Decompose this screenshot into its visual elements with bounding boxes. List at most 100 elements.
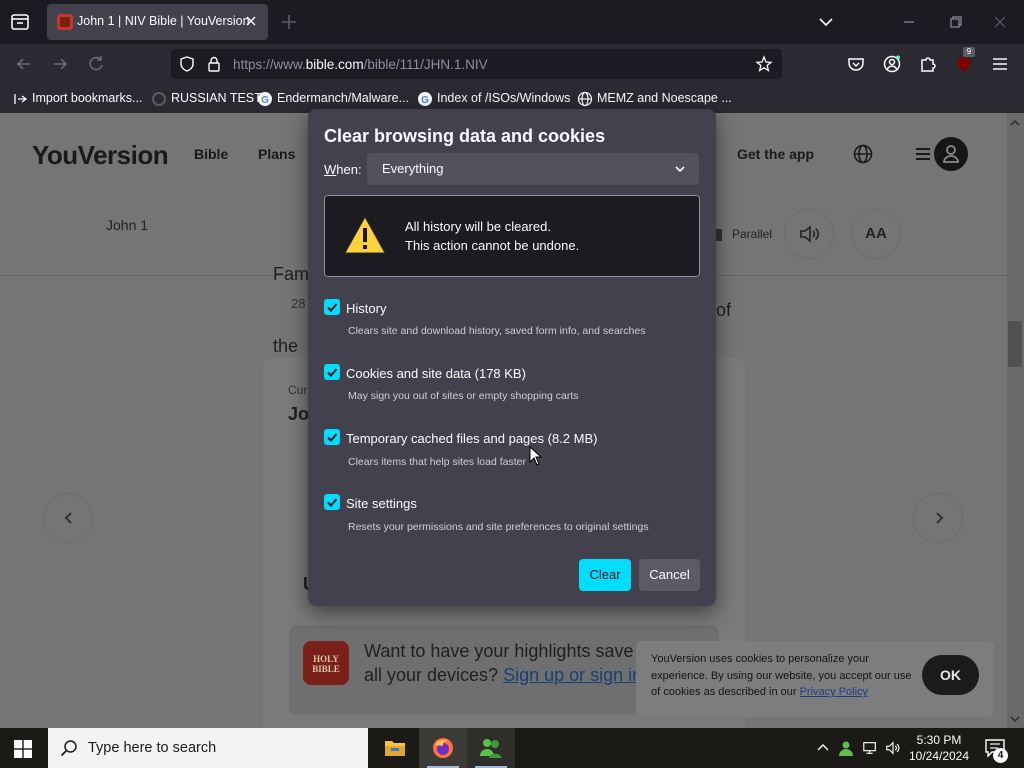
scroll-down-icon[interactable] xyxy=(1010,715,1020,723)
chevron-down-icon xyxy=(675,166,685,173)
clear-button[interactable]: Clear xyxy=(579,559,631,591)
font-settings-button[interactable]: AA xyxy=(851,209,901,259)
url-text[interactable]: https://www.bible.com/bible/111/JHN.1.NI… xyxy=(233,57,488,72)
hamburger-menu-icon xyxy=(993,58,1007,70)
ublock-shield-icon xyxy=(958,57,970,71)
taskbar-firefox[interactable] xyxy=(419,728,467,768)
close-icon xyxy=(994,16,1006,28)
checkmark-icon xyxy=(327,433,338,442)
sign-up-link[interactable]: Sign up or sign in xyxy=(503,665,642,685)
tab-close-button[interactable] xyxy=(243,13,259,29)
nav-plans-link[interactable]: Plans xyxy=(258,146,295,162)
puzzle-icon xyxy=(921,57,936,72)
taskbar-file-explorer[interactable] xyxy=(371,728,419,768)
ublock-extension-button[interactable]: 9 xyxy=(954,47,975,74)
url-path: /bible/111/JHN.1.NIV xyxy=(363,57,488,72)
speaker-icon xyxy=(800,225,819,243)
volume-icon[interactable] xyxy=(885,739,901,757)
chevron-down-icon xyxy=(819,18,833,27)
parallel-button-label[interactable]: Parallel xyxy=(732,227,772,241)
app-menu-button[interactable] xyxy=(990,54,1010,74)
network-icon[interactable] xyxy=(862,739,878,757)
system-clock[interactable]: 5:30 PM 10/24/2024 xyxy=(906,732,972,764)
bookmark-label: MEMZ and Noescape ... xyxy=(597,91,732,105)
cancel-button[interactable]: Cancel xyxy=(639,559,700,591)
taskbar-users-app[interactable] xyxy=(467,728,515,768)
chevron-left-icon xyxy=(64,512,72,524)
user-account-tray-icon[interactable] xyxy=(838,739,854,757)
menu-icon[interactable] xyxy=(914,145,932,163)
cookies-checkbox[interactable] xyxy=(324,364,340,380)
globe-icon[interactable] xyxy=(852,143,874,165)
account-button[interactable] xyxy=(882,54,902,74)
cookie-ok-button[interactable]: OK xyxy=(922,655,979,695)
windows-start-icon[interactable] xyxy=(14,740,32,758)
nav-bible-link[interactable]: Bible xyxy=(194,146,228,162)
warning-icon xyxy=(344,215,386,254)
back-button[interactable] xyxy=(14,54,34,74)
when-label-text: hen: xyxy=(336,162,362,177)
verse-fragment: the xyxy=(273,336,299,356)
minimize-window-button[interactable] xyxy=(897,10,921,34)
verse-fragment: of xyxy=(716,300,732,320)
minimize-icon xyxy=(904,21,914,23)
checkmark-icon xyxy=(327,368,338,377)
cache-label[interactable]: Temporary cached files and pages (8.2 MB… xyxy=(346,431,597,446)
browser-tab-active[interactable]: John 1 | NIV Bible | YouVersion xyxy=(47,4,268,40)
address-bar[interactable]: https://www.bible.com/bible/111/JHN.1.NI… xyxy=(171,49,782,79)
clock-date: 10/24/2024 xyxy=(908,749,970,763)
bible-favicon-icon xyxy=(57,14,73,30)
profile-avatar-button[interactable] xyxy=(934,137,968,171)
forward-button[interactable] xyxy=(50,54,70,74)
warning-box: All history will be cleared. This action… xyxy=(324,195,700,277)
page-scrollbar[interactable] xyxy=(1007,113,1024,728)
svg-text:G: G xyxy=(421,95,429,106)
windows-taskbar: Type here to search 5:30 PM 10/24/2024 4 xyxy=(0,728,1024,768)
previous-chapter-button[interactable] xyxy=(43,493,93,543)
dialog-title: Clear browsing data and cookies xyxy=(324,126,606,146)
chapter-selector[interactable]: John 1 xyxy=(106,217,148,233)
when-label-accesskey: W xyxy=(324,162,337,177)
youversion-logo[interactable]: YouVersion xyxy=(32,140,169,171)
get-the-app-link[interactable]: Get the app xyxy=(737,146,814,162)
tab-list-dropdown-button[interactable] xyxy=(814,10,838,34)
time-range-select[interactable]: Everything xyxy=(367,153,699,185)
taskbar-search-box[interactable]: Type here to search xyxy=(48,728,368,768)
privacy-policy-link[interactable]: Privacy Policy xyxy=(800,686,868,698)
audio-button[interactable] xyxy=(784,209,834,259)
bookmark-star-icon[interactable] xyxy=(755,55,773,73)
cookie-message: YouVersion uses cookies to personalize y… xyxy=(651,651,913,701)
cache-checkbox[interactable] xyxy=(324,429,340,445)
scrollbar-thumb[interactable] xyxy=(1008,321,1022,367)
checkmark-icon xyxy=(327,498,338,507)
checkmark-icon xyxy=(327,303,338,312)
close-window-button[interactable] xyxy=(988,10,1012,34)
promo-line-2-text: all your devices? xyxy=(364,665,504,685)
mouse-cursor-icon xyxy=(529,446,543,466)
reload-button[interactable] xyxy=(86,54,106,74)
card-title: Jo xyxy=(288,404,310,424)
extensions-button[interactable] xyxy=(918,54,938,74)
cookies-label[interactable]: Cookies and site data (178 KB) xyxy=(346,366,526,381)
import-icon xyxy=(14,94,28,104)
tracking-protection-shield-icon[interactable] xyxy=(178,55,196,73)
restore-window-button[interactable] xyxy=(943,10,967,34)
arrow-left-icon xyxy=(16,58,30,70)
bookmark-label: Endermanch/Malware... xyxy=(277,91,410,105)
new-tab-button[interactable] xyxy=(280,13,298,31)
site-settings-checkbox[interactable] xyxy=(324,494,340,510)
holy-bible-app-icon: HOLY BIBLE xyxy=(303,641,349,685)
scroll-up-icon[interactable] xyxy=(1010,119,1020,127)
pocket-button[interactable] xyxy=(846,54,866,74)
card-label: Cur xyxy=(288,383,308,397)
site-settings-label[interactable]: Site settings xyxy=(346,496,417,511)
list-all-tabs-button[interactable] xyxy=(8,11,32,33)
tab-strip: John 1 | NIV Bible | YouVersion xyxy=(0,0,1024,44)
history-checkbox[interactable] xyxy=(324,299,340,315)
pocket-icon xyxy=(848,58,864,71)
chevron-up-icon[interactable] xyxy=(815,739,831,757)
lock-icon[interactable] xyxy=(206,55,222,73)
next-chapter-button[interactable] xyxy=(913,493,963,543)
search-placeholder: Type here to search xyxy=(88,740,217,756)
history-label[interactable]: History xyxy=(346,301,386,316)
